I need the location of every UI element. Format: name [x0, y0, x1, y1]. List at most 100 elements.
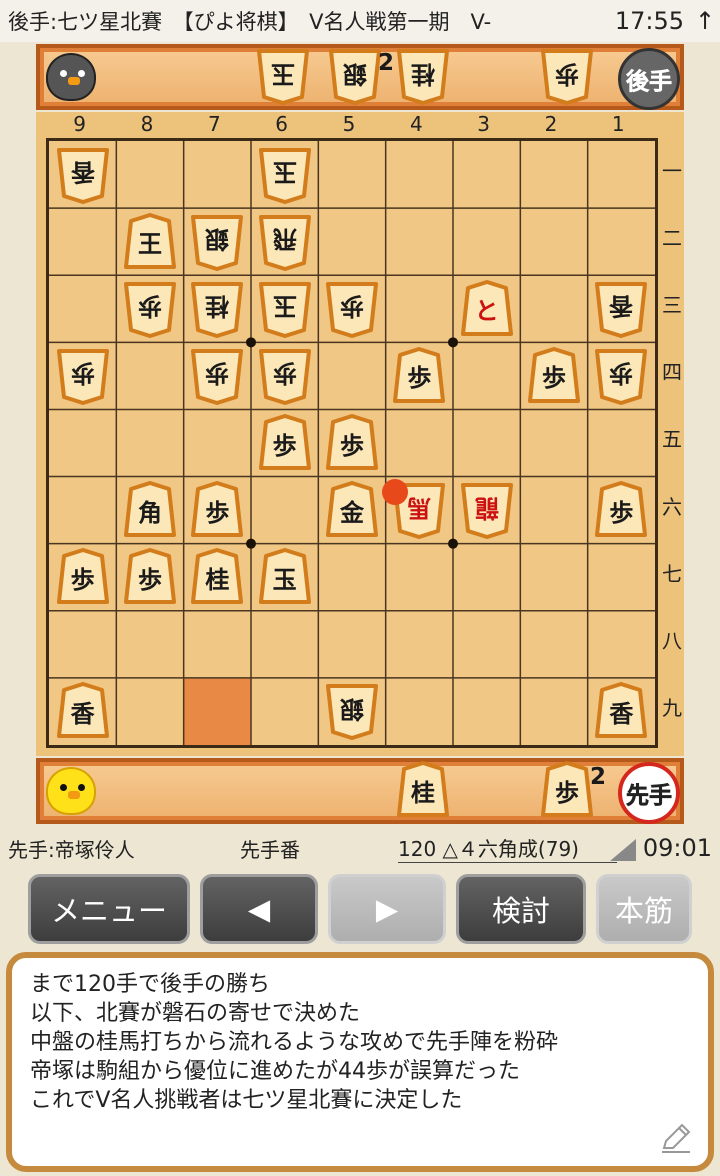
piece-sente[interactable]: 香 — [56, 682, 110, 740]
piece-label: 歩 — [138, 565, 162, 594]
piece-gote[interactable]: 歩 — [540, 47, 594, 105]
piece-sente[interactable]: 歩 — [527, 346, 581, 405]
highlight-square — [183, 677, 251, 745]
piece-label: 馬 — [407, 493, 432, 522]
hand-count: 2 — [378, 50, 395, 76]
comment-line: 帝塚は駒組から優位に進めたが44歩が誤算だった — [30, 1059, 520, 1084]
piece-gote[interactable]: 銀 — [328, 47, 382, 105]
piece-sente[interactable]: 玉 — [258, 548, 312, 606]
move-record-selector[interactable]: 120 △４六角成(79) — [398, 833, 617, 863]
piece-sente[interactable]: 金 — [325, 481, 379, 539]
piece-gote[interactable]: 銀 — [190, 213, 244, 271]
piece-label: 玉 — [272, 158, 297, 187]
comment-line: 以下、北賽が磐石の寄せで決めた — [30, 1001, 361, 1026]
piece-sente[interactable]: 王 — [123, 212, 177, 271]
rank-label: 三 — [662, 293, 682, 318]
star-point — [246, 337, 256, 348]
rank-label: 四 — [662, 360, 682, 385]
star-point — [246, 538, 256, 549]
piece-gote[interactable]: 桂 — [190, 280, 244, 338]
piece-gote[interactable]: 香 — [594, 280, 648, 338]
piece-label: 王 — [138, 230, 162, 259]
dropdown-corner-icon[interactable] — [610, 839, 636, 861]
menu-button[interactable]: メニュー — [28, 874, 190, 944]
piece-gote[interactable]: 歩 — [325, 280, 379, 338]
piece-label: 歩 — [340, 431, 364, 460]
piece-gote[interactable]: 玉 — [256, 47, 310, 105]
gote-seal-label: 後手 — [626, 69, 673, 96]
piece-gote[interactable]: 飛 — [258, 213, 312, 271]
edit-pencil-icon[interactable] — [658, 1120, 694, 1156]
piece-sente[interactable]: 香 — [594, 682, 648, 740]
file-label: 9 — [73, 112, 87, 136]
piece-sente[interactable]: 歩 — [123, 548, 177, 606]
sente-seal: 先手 — [618, 762, 680, 824]
avatar-beak — [68, 791, 80, 799]
comment-line: まで120手で後手の勝ち — [30, 972, 270, 997]
piece-gote[interactable]: 歩 — [594, 347, 648, 405]
status-title: 後手:七ツ星北賽 【ぴよ将棋】 V名人戦第一期 V- — [8, 10, 492, 34]
piece-gote[interactable]: 香 — [56, 146, 110, 204]
avatar-eye — [78, 784, 85, 791]
rank-labels: 一二三四五六七八九 — [660, 138, 684, 742]
button-row: メニュー ◀ ▶ 検討 本筋 — [28, 874, 692, 946]
piece-sente[interactable]: 歩 — [392, 346, 446, 405]
piece-sente[interactable]: 角 — [123, 481, 177, 539]
file-label: 3 — [477, 112, 490, 136]
last-move-marker — [381, 478, 408, 505]
piece-sente[interactable]: 桂 — [396, 761, 450, 819]
sente-seal-label: 先手 — [626, 783, 673, 810]
piece-label: 玉 — [271, 59, 295, 88]
star-point — [448, 538, 458, 549]
piece-sente[interactable]: 桂 — [190, 548, 244, 606]
piece-sente[interactable]: 歩 — [190, 481, 244, 539]
piece-label: 歩 — [542, 364, 566, 393]
rank-label: 七 — [662, 561, 682, 586]
piece-gote[interactable]: 銀 — [325, 682, 379, 741]
piece-label: 玉 — [272, 565, 297, 594]
piece-label: 桂 — [205, 565, 230, 594]
rank-label: 八 — [662, 628, 682, 653]
piece-label: 歩 — [555, 778, 579, 807]
comment-box[interactable]: まで120手で後手の勝ち 以下、北賽が磐石の寄せで決めた 中盤の桂馬打ちから流れ… — [6, 952, 714, 1172]
piece-label: 玉 — [272, 292, 297, 321]
mainline-button[interactable]: 本筋 — [596, 874, 692, 944]
sente-avatar-icon — [46, 767, 96, 815]
piece-gote[interactable]: 桂 — [396, 47, 450, 105]
piece-gote[interactable]: 玉 — [258, 146, 312, 204]
piece-sente[interactable]: と — [460, 279, 514, 338]
file-label: 7 — [207, 112, 221, 136]
analysis-button[interactable]: 検討 — [456, 874, 586, 944]
piece-label: 龍 — [474, 493, 499, 522]
piece-label: 歩 — [407, 364, 432, 393]
piece-gote[interactable]: 歩 — [190, 347, 244, 405]
file-label: 1 — [611, 112, 625, 136]
piece-label: 銀 — [340, 694, 364, 723]
prev-move-button[interactable]: ◀ — [200, 874, 318, 944]
piece-label: と — [474, 297, 499, 326]
file-label: 6 — [275, 112, 289, 136]
piece-label: 桂 — [411, 59, 435, 88]
piece-gote[interactable]: 龍 — [460, 481, 514, 540]
piece-gote[interactable]: 歩 — [258, 347, 312, 405]
piece-label: 歩 — [138, 292, 162, 321]
piece-label: 香 — [70, 699, 95, 728]
file-label: 4 — [409, 112, 423, 136]
piece-label: 桂 — [205, 292, 230, 321]
piece-sente[interactable]: 歩 — [594, 481, 648, 539]
status-bar: 後手:七ツ星北賽 【ぴよ将棋】 V名人戦第一期 V- 17:55 ↑ — [0, 0, 720, 42]
next-move-button[interactable]: ▶ — [328, 874, 446, 944]
status-clock: 17:55 — [614, 7, 684, 35]
piece-gote[interactable]: 歩 — [56, 347, 110, 405]
piece-gote[interactable]: 玉 — [258, 280, 312, 338]
piece-label: 歩 — [609, 498, 634, 527]
avatar-beak — [68, 77, 80, 85]
piece-sente[interactable]: 歩 — [56, 548, 110, 606]
file-label: 2 — [544, 112, 558, 136]
piece-gote[interactable]: 歩 — [123, 280, 177, 338]
avatar-eye — [60, 70, 67, 77]
piece-sente[interactable]: 歩 — [258, 414, 312, 472]
move-time: 09:01 — [642, 834, 712, 862]
piece-sente[interactable]: 歩 — [540, 761, 594, 819]
piece-sente[interactable]: 歩 — [325, 414, 379, 472]
